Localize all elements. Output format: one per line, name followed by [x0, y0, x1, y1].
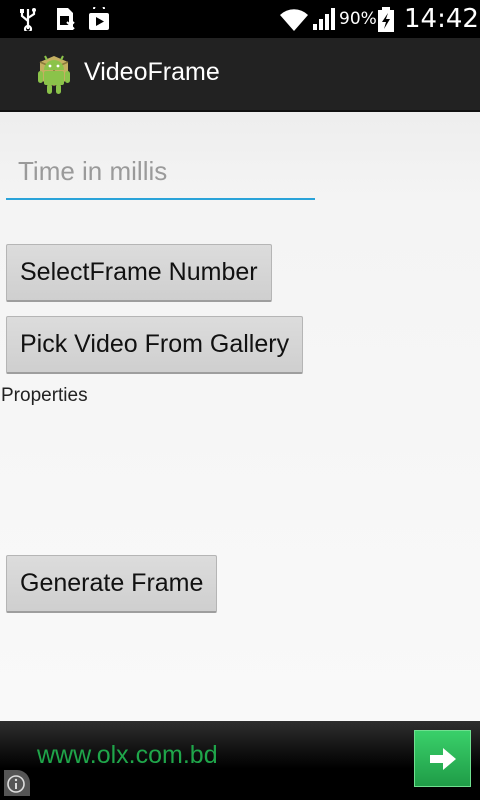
time-in-millis-input[interactable] [6, 150, 315, 200]
pick-video-label: Pick Video From Gallery [20, 330, 290, 358]
info-icon [7, 775, 25, 793]
battery-charging-icon [378, 7, 394, 32]
wifi-icon [280, 9, 308, 31]
ad-info-button[interactable] [4, 770, 30, 796]
battery-percent: 90% [339, 9, 377, 29]
ad-open-button[interactable] [414, 730, 471, 787]
play-store-icon [89, 7, 109, 30]
generate-frame-button[interactable]: Generate Frame [6, 555, 218, 613]
ad-banner[interactable]: www.olx.com.bd [0, 721, 480, 800]
status-bar: 90% 14:42 [0, 0, 480, 38]
properties-label: Properties [1, 385, 88, 406]
pick-video-button[interactable]: Pick Video From Gallery [6, 316, 304, 374]
sim-icon [57, 8, 75, 30]
select-frame-number-button[interactable]: SelectFrame Number [6, 244, 272, 302]
generate-frame-label: Generate Frame [20, 569, 204, 597]
clock: 14:42 [404, 4, 479, 34]
arrow-right-icon [429, 747, 456, 770]
action-bar: VideoFrame [0, 38, 480, 112]
app-title: VideoFrame [84, 58, 220, 86]
usb-icon [20, 8, 36, 31]
select-frame-number-label: SelectFrame Number [20, 258, 258, 286]
ad-link-text[interactable]: www.olx.com.bd [37, 741, 218, 770]
android-logo-icon [38, 55, 70, 94]
signal-icon [313, 8, 335, 30]
